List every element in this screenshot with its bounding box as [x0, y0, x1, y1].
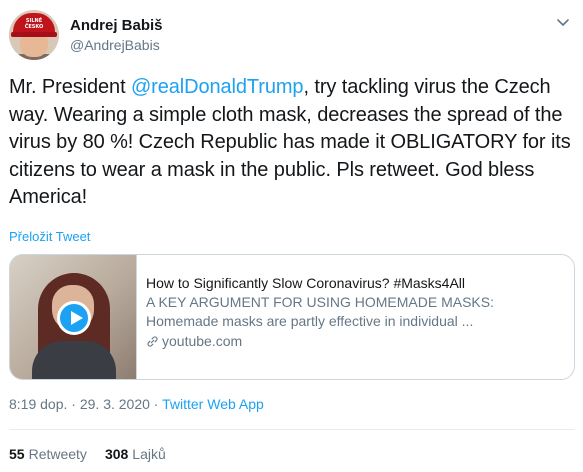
divider: [9, 429, 575, 430]
tweet-date[interactable]: 29. 3. 2020: [80, 396, 150, 412]
retweets-count: 55: [9, 446, 25, 462]
thumbnail-person-body: [32, 341, 116, 379]
chevron-down-icon[interactable]: [555, 14, 571, 30]
translate-tweet-link[interactable]: Přeložit Tweet: [9, 229, 90, 244]
card-body: How to Significantly Slow Coronavirus? #…: [137, 255, 557, 379]
card-domain-text: youtube.com: [162, 333, 243, 349]
user-handle[interactable]: @AndrejBabis: [70, 36, 163, 55]
avatar[interactable]: SILNÉ ČESKO: [9, 10, 59, 60]
card-title: How to Significantly Slow Coronavirus? #…: [146, 275, 466, 291]
retweets-label: Retweety: [28, 446, 87, 462]
mention-link[interactable]: @realDonaldTrump: [131, 76, 304, 98]
tweet-header: SILNÉ ČESKO Andrej Babiš @AndrejBabis: [9, 9, 163, 61]
link-card[interactable]: How to Significantly Slow Coronavirus? #…: [9, 254, 575, 380]
card-domain: youtube.com: [146, 332, 557, 351]
tweet-stats: 55 Retweety 308 Lajků: [9, 446, 184, 462]
card-thumbnail[interactable]: [10, 255, 137, 379]
card-description-line1: A KEY ARGUMENT FOR USING HOMEMADE MASKS:: [146, 294, 494, 310]
avatar-cap-text: SILNÉ ČESKO: [24, 18, 44, 30]
tweet-meta: 8:19 dop. · 29. 3. 2020 · Twitter Web Ap…: [9, 396, 264, 412]
meta-separator: ·: [149, 396, 163, 412]
avatar-face: [20, 35, 48, 57]
link-icon: [147, 336, 158, 347]
source-app-link[interactable]: Twitter Web App: [162, 396, 264, 412]
display-name[interactable]: Andrej Babiš: [70, 16, 163, 36]
likes-count: 308: [104, 446, 129, 462]
avatar-cap-brim: [11, 32, 57, 37]
likes-label: Lajků: [132, 446, 166, 462]
play-icon[interactable]: [57, 301, 91, 335]
likes-stat[interactable]: 308 Lajků: [105, 446, 166, 462]
tweet-time[interactable]: 8:19 dop.: [9, 396, 67, 412]
card-description-line2: Homemade masks are partly effective in i…: [146, 313, 474, 329]
tweet-text: Mr. President @realDonaldTrump, try tack…: [9, 74, 575, 212]
user-names: Andrej Babiš @AndrejBabis: [70, 16, 163, 55]
tweet-text-before: Mr. President: [9, 76, 131, 98]
meta-separator: ·: [67, 396, 80, 412]
retweets-stat[interactable]: 55 Retweety: [9, 446, 87, 462]
